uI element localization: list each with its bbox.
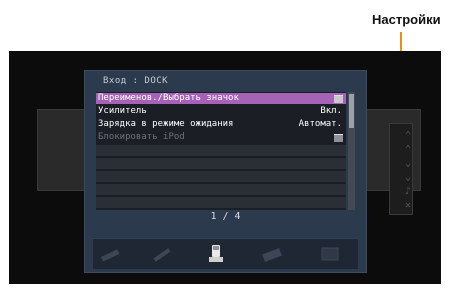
ipod-dock-icon[interactable]	[205, 244, 227, 264]
list-item-label: Блокировать iPod	[98, 132, 185, 142]
list-item-empty	[96, 171, 346, 182]
list-item-amplifier[interactable]: Усилитель Вкл.	[96, 106, 346, 117]
music-note-icon: ♪	[404, 186, 412, 197]
device-icon[interactable]	[319, 244, 341, 264]
list-item-label: Усилитель	[98, 106, 147, 116]
double-chevron-down-icon: ⌄	[404, 172, 412, 183]
folder-icon	[334, 95, 343, 103]
list-item-empty	[96, 197, 346, 208]
list-item-empty	[96, 145, 346, 156]
background-menu-left	[37, 109, 89, 191]
callout-label: Настройки	[372, 12, 441, 27]
scrollbar-thumb[interactable]	[349, 94, 354, 128]
list-item-label: Зарядка в режиме ожидания	[98, 119, 234, 129]
list-item-rename[interactable]: Переименов./Выбрать значок	[96, 93, 346, 104]
double-chevron-up-icon: ⌃	[404, 144, 412, 155]
chevron-up-icon: ⌃	[404, 130, 412, 141]
list-item-value: Автомат.	[298, 119, 342, 129]
settings-panel: Вход : DOCK Переименов./Выбрать значок У…	[84, 70, 367, 273]
settings-list: Переименов./Выбрать значок Усилитель Вкл…	[96, 92, 346, 210]
folder-icon	[334, 134, 343, 142]
cable-icon[interactable]	[151, 244, 173, 264]
panel-title: Вход : DOCK	[103, 76, 169, 86]
list-item-empty	[96, 158, 346, 169]
list-item-empty	[96, 184, 346, 195]
list-scrollbar[interactable]	[348, 92, 355, 210]
close-icon: ✕	[404, 200, 412, 211]
page-indicator: 1 / 4	[210, 211, 241, 222]
list-item-standby-charge[interactable]: Зарядка в режиме ожидания Автомат.	[96, 119, 346, 130]
input-icon-bar	[93, 238, 358, 269]
list-item-lock-ipod: Блокировать iPod	[96, 132, 346, 143]
keyboard-icon[interactable]	[261, 244, 283, 264]
cable-icon[interactable]	[99, 244, 121, 264]
list-item-value: Вкл.	[320, 106, 342, 116]
list-item-label: Переименов./Выбрать значок	[98, 93, 239, 103]
chevron-down-icon: ⌄	[404, 158, 412, 169]
